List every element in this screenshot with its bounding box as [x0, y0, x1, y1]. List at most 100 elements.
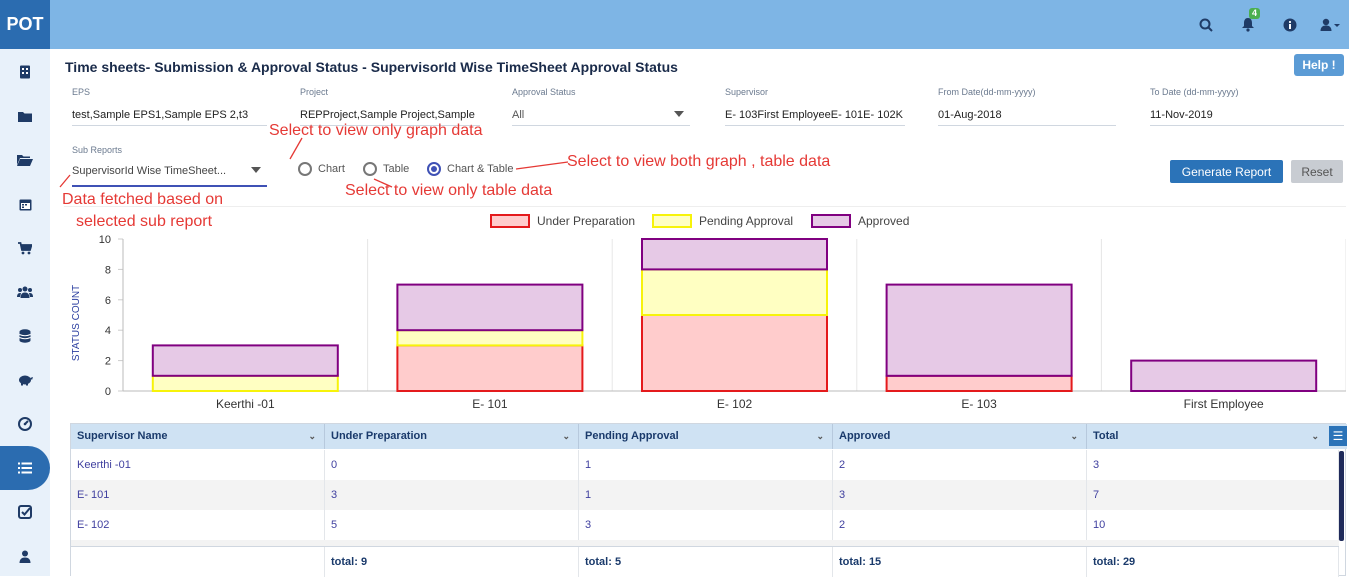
from-date-value[interactable]: 01-Aug-2018: [938, 109, 1116, 126]
y-tick-label: 10: [99, 234, 111, 246]
cell-under-preparation: 5: [325, 510, 579, 540]
sidebar-calendar-icon[interactable]: [0, 182, 50, 226]
header-under-preparation[interactable]: Under Preparation ⌄: [325, 424, 579, 449]
bar-under-preparation: [396, 344, 584, 392]
sidebar-database-icon[interactable]: [0, 314, 50, 358]
eps-value[interactable]: test,Sample EPS1,Sample EPS 2,t3: [72, 109, 267, 126]
bar-under-preparation: [885, 374, 1073, 393]
cell-total: 7: [1087, 480, 1339, 510]
radio-chart-table-label: Chart & Table: [447, 163, 514, 175]
legend-swatch: [811, 214, 851, 228]
table-header: Supervisor Name ⌄ Under Preparation ⌄ Pend…: [71, 424, 1347, 449]
to-date-value[interactable]: 11-Nov-2019: [1150, 109, 1344, 126]
y-tick-label: 4: [105, 325, 111, 337]
sidebar: [0, 49, 50, 576]
sidebar-piggy-bank-icon[interactable]: [0, 358, 50, 402]
supervisor-label: Supervisor: [725, 87, 769, 97]
main-content: Time sheets- Submission & Approval Statu…: [50, 49, 1349, 577]
sidebar-user-icon[interactable]: [0, 534, 50, 578]
cell-pending-approval: 1: [579, 480, 833, 510]
help-button[interactable]: Help !: [1294, 54, 1344, 76]
header-pending-approval[interactable]: Pending Approval ⌄: [579, 424, 833, 449]
sidebar-checkbox-icon[interactable]: [0, 490, 50, 534]
annotation-table-only: Select to view only table data: [345, 182, 553, 199]
cell-approved: 2: [833, 510, 1087, 540]
radio-table-circle[interactable]: [363, 162, 377, 176]
radio-chart-circle[interactable]: [298, 162, 312, 176]
footer-total-pending-approval: total: 5: [579, 547, 833, 577]
sub-reports-select[interactable]: Sub Reports SupervisorId Wise TimeSheet.…: [72, 145, 267, 187]
y-axis-label: STATUS COUNT: [71, 285, 82, 361]
supervisor-value[interactable]: E- 103First EmployeeE- 101E- 102K: [725, 109, 905, 126]
x-tick-label: E- 102: [717, 397, 753, 411]
to-date-field[interactable]: To Date (dd-mm-yyyy) 11-Nov-2019: [1150, 87, 1344, 126]
chevron-down-icon[interactable]: ⌄: [1070, 431, 1078, 442]
cell-pending-approval: 1: [579, 450, 833, 480]
column-menu-icon[interactable]: ☰: [1329, 426, 1347, 446]
sidebar-reports-list-icon[interactable]: [0, 446, 50, 490]
header-supervisor-name[interactable]: Supervisor Name ⌄: [71, 424, 325, 449]
page-title: Time sheets- Submission & Approval Statu…: [65, 59, 678, 75]
footer-total-approved: total: 15: [833, 547, 1087, 577]
sidebar-cart-icon[interactable]: [0, 226, 50, 270]
approval-status-select[interactable]: Approval Status All: [512, 87, 690, 126]
cell-approved: 3: [833, 480, 1087, 510]
header-total[interactable]: Total ⌄: [1087, 424, 1327, 449]
sidebar-open-folder-icon[interactable]: [0, 138, 50, 182]
cell-approved: 2: [833, 450, 1087, 480]
chevron-down-icon[interactable]: ⌄: [816, 431, 824, 442]
x-tick-label: Keerthi -01: [216, 397, 275, 411]
table-row[interactable]: E- 102 5 3 2 10: [71, 510, 1339, 540]
project-field[interactable]: Project REPProject,Sample Project,Sample: [300, 87, 480, 126]
y-tick-label: 2: [105, 356, 111, 368]
header-label: Supervisor Name: [77, 430, 168, 442]
radio-table[interactable]: Table: [363, 162, 409, 176]
generate-report-button[interactable]: Generate Report: [1170, 160, 1283, 183]
cell-supervisor[interactable]: E- 101: [71, 480, 325, 510]
reset-button[interactable]: Reset: [1291, 160, 1343, 183]
chevron-down-icon[interactable]: [251, 167, 261, 173]
header-label: Total: [1093, 430, 1119, 442]
bell-icon[interactable]: 4: [1227, 0, 1269, 49]
user-menu-icon[interactable]: [1311, 0, 1349, 49]
top-icons: 4: [1185, 0, 1349, 49]
search-icon[interactable]: [1185, 0, 1227, 49]
legend-label: Pending Approval: [699, 214, 793, 228]
chevron-down-icon[interactable]: ⌄: [1311, 431, 1319, 442]
sidebar-folder-icon[interactable]: [0, 94, 50, 138]
bar-approved: [151, 344, 339, 377]
cell-pending-approval: 3: [579, 510, 833, 540]
bar-approved: [885, 283, 1073, 377]
radio-chart[interactable]: Chart: [298, 162, 345, 176]
from-date-field[interactable]: From Date(dd-mm-yyyy) 01-Aug-2018: [938, 87, 1116, 126]
info-icon[interactable]: [1269, 0, 1311, 49]
chevron-down-icon[interactable]: [674, 111, 684, 117]
radio-chart-table[interactable]: Chart & Table: [427, 162, 513, 176]
approval-status-value[interactable]: All: [512, 109, 690, 126]
y-tick-label: 8: [105, 264, 111, 276]
legend-label: Under Preparation: [537, 214, 635, 228]
supervisor-field[interactable]: Supervisor E- 103First EmployeeE- 101E- …: [725, 87, 905, 126]
app-logo[interactable]: POT: [0, 0, 50, 49]
top-bar: POT 4: [0, 0, 1349, 49]
header-approved[interactable]: Approved ⌄: [833, 424, 1087, 449]
cell-supervisor[interactable]: E- 102: [71, 510, 325, 540]
table-scrollbar[interactable]: [1339, 451, 1344, 541]
chevron-down-icon[interactable]: ⌄: [562, 431, 570, 442]
sidebar-users-icon[interactable]: [0, 270, 50, 314]
y-tick-label: 6: [105, 295, 111, 307]
chevron-down-icon[interactable]: ⌄: [308, 431, 316, 442]
sidebar-dashboard-icon[interactable]: [0, 50, 50, 94]
sub-reports-value[interactable]: SupervisorId Wise TimeSheet...: [72, 165, 267, 187]
table-row[interactable]: E- 101 3 1 3 7: [71, 480, 1339, 510]
sidebar-gauge-icon[interactable]: [0, 402, 50, 446]
eps-field[interactable]: EPS test,Sample EPS1,Sample EPS 2,t3: [72, 87, 267, 126]
table-row[interactable]: Keerthi -01 0 1 2 3: [71, 450, 1339, 480]
legend-swatch: [490, 214, 530, 228]
radio-chart-table-circle[interactable]: [427, 162, 441, 176]
annotation-arrow: [515, 161, 569, 170]
y-tick-label: 0: [105, 386, 111, 398]
radio-table-label: Table: [383, 163, 410, 175]
cell-supervisor[interactable]: Keerthi -01: [71, 450, 325, 480]
header-label: Approved: [839, 430, 891, 442]
